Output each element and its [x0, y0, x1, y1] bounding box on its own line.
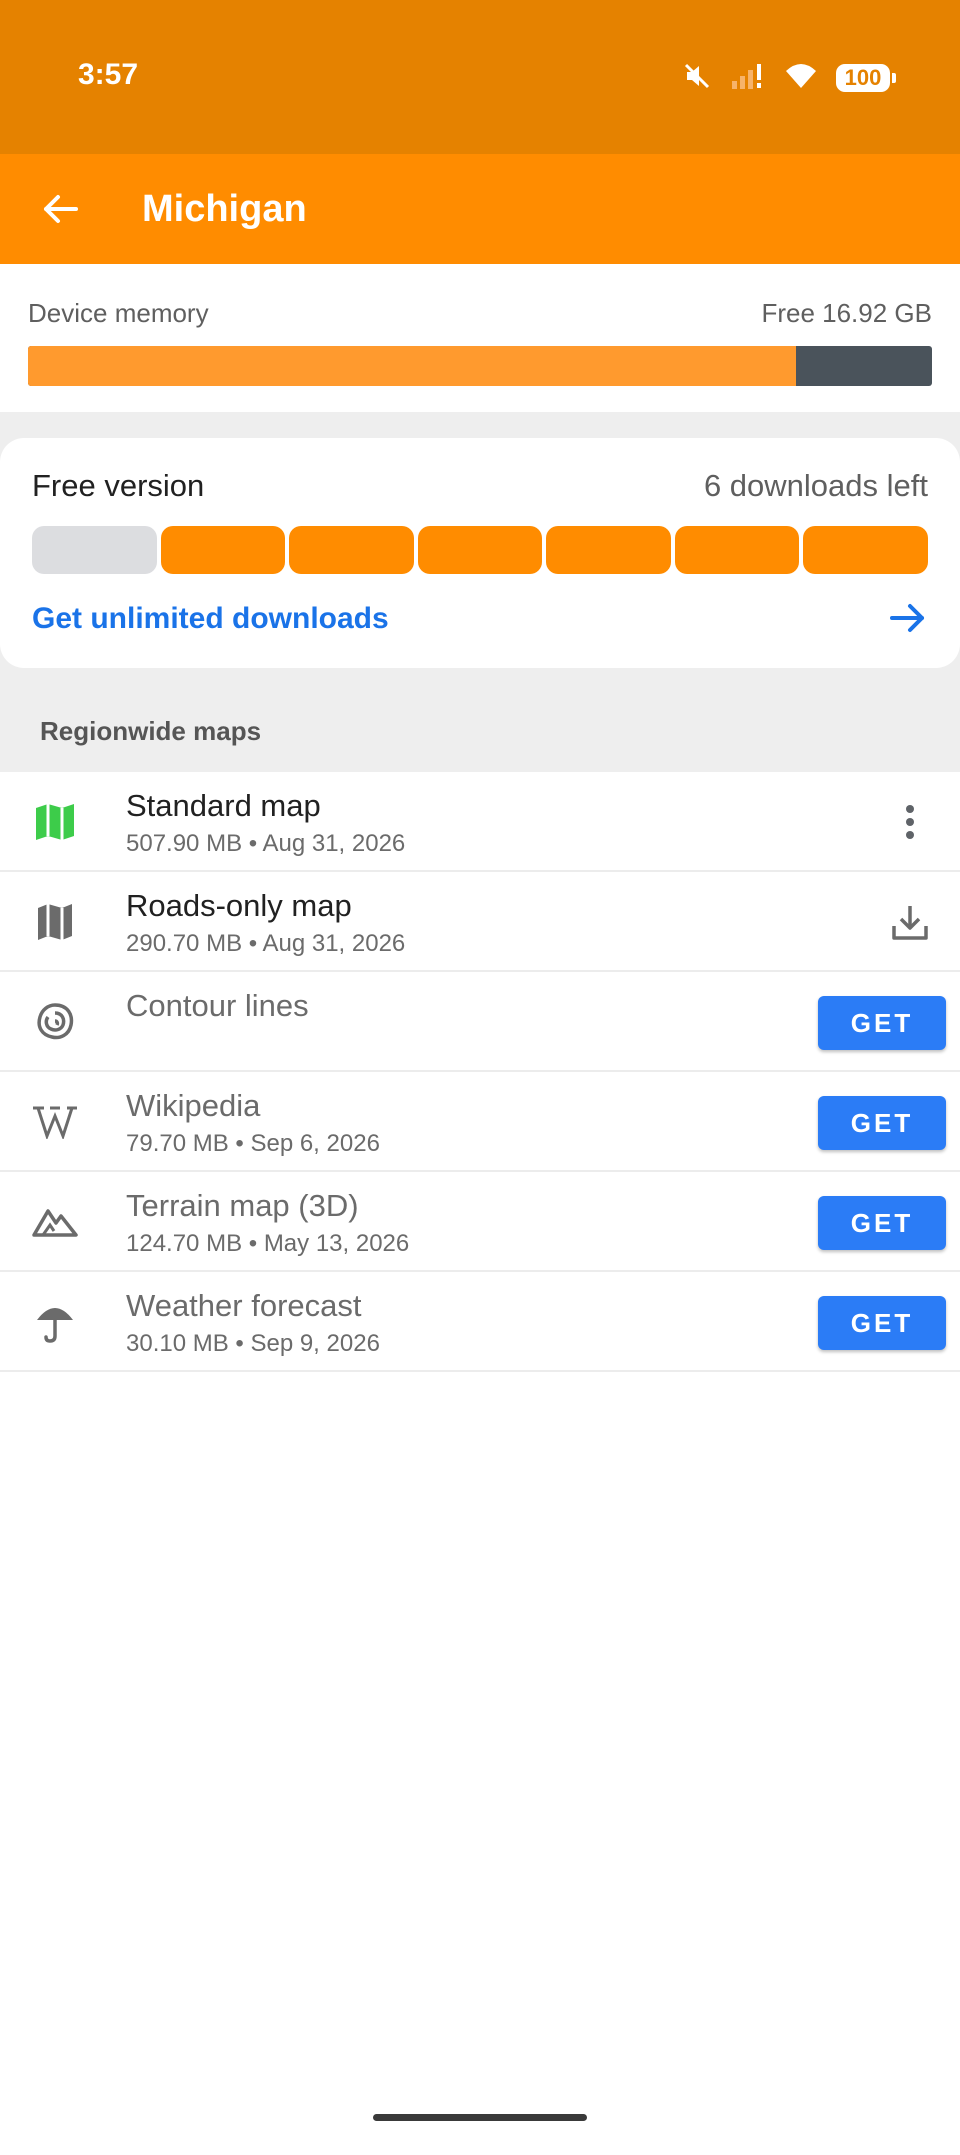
- list-item-roads-only-map[interactable]: Roads-only map 290.70 MB • Aug 31, 2026: [0, 872, 960, 972]
- mute-icon: [682, 61, 712, 96]
- free-version-label: Free version: [32, 468, 205, 503]
- item-subtitle: 30.10 MB • Sep 9, 2026: [126, 1330, 380, 1357]
- memory-usage-fill: [28, 346, 797, 386]
- item-title: Weather forecast: [126, 1288, 362, 1323]
- battery-icon: 100: [836, 64, 896, 92]
- status-time: 3:57: [78, 58, 139, 91]
- wikipedia-icon: [30, 1098, 80, 1146]
- contour-icon: [30, 998, 80, 1046]
- memory-label: Device memory: [28, 298, 209, 328]
- download-segment: [289, 526, 414, 574]
- arrow-right-icon[interactable]: [888, 598, 928, 638]
- wifi-icon: [784, 61, 818, 96]
- get-unlimited-link[interactable]: Get unlimited downloads: [32, 602, 389, 636]
- toolbar: Michigan: [0, 154, 960, 264]
- item-subtitle: 79.70 MB • Sep 6, 2026: [126, 1130, 380, 1157]
- page-title: Michigan: [142, 188, 307, 230]
- item-subtitle: 507.90 MB • Aug 31, 2026: [126, 830, 406, 857]
- item-title: Contour lines: [126, 988, 309, 1023]
- download-segment: [803, 526, 929, 574]
- list-item-contour-lines[interactable]: Contour lines GET: [0, 972, 960, 1072]
- home-indicator[interactable]: [373, 2114, 587, 2121]
- download-icon[interactable]: [888, 900, 932, 944]
- list-item-terrain-map[interactable]: Terrain map (3D) 124.70 MB • May 13, 202…: [0, 1172, 960, 1272]
- downloads-progress: [32, 526, 929, 574]
- list-item-weather-forecast[interactable]: Weather forecast 30.10 MB • Sep 9, 2026 …: [0, 1272, 960, 1372]
- signal-icon: [730, 61, 766, 96]
- item-title: Terrain map (3D): [126, 1188, 359, 1223]
- terrain-icon: [30, 1198, 80, 1246]
- item-subtitle: 124.70 MB • May 13, 2026: [126, 1230, 410, 1257]
- download-segment: [546, 526, 671, 574]
- list-item-wikipedia[interactable]: Wikipedia 79.70 MB • Sep 6, 2026 GET: [0, 1072, 960, 1172]
- get-button[interactable]: GET: [818, 1196, 946, 1250]
- downloads-left-text: 6 downloads left: [703, 468, 928, 503]
- map-green-icon: [30, 798, 80, 846]
- free-version-card: Free version 6 downloads left Get unlimi…: [0, 438, 960, 668]
- get-button[interactable]: GET: [818, 1296, 946, 1350]
- download-segment: [32, 526, 157, 574]
- get-button[interactable]: GET: [818, 1096, 946, 1150]
- status-icons: 100: [682, 58, 896, 98]
- arrow-left-icon: [44, 195, 78, 223]
- item-title: Roads-only map: [126, 888, 352, 923]
- list-item-standard-map[interactable]: Standard map 507.90 MB • Aug 31, 2026: [0, 772, 960, 872]
- memory-usage-bar: [28, 346, 932, 386]
- item-subtitle: 290.70 MB • Aug 31, 2026: [126, 930, 406, 957]
- map-gray-icon: [30, 898, 80, 946]
- download-segment: [417, 526, 543, 574]
- status-bar: 3:57 100: [0, 0, 960, 154]
- back-button[interactable]: [30, 179, 90, 239]
- get-button[interactable]: GET: [818, 996, 946, 1050]
- more-icon[interactable]: [888, 800, 932, 844]
- section-header: Regionwide maps: [40, 716, 262, 746]
- map-list: Standard map 507.90 MB • Aug 31, 2026 Ro…: [0, 772, 960, 1372]
- item-title: Wikipedia: [126, 1088, 261, 1123]
- memory-free-text: Free 16.92 GB: [761, 298, 932, 328]
- item-title: Standard map: [126, 788, 321, 823]
- device-memory-section: Device memory Free 16.92 GB: [0, 264, 960, 412]
- download-segment: [160, 526, 286, 574]
- download-segment: [674, 526, 800, 574]
- umbrella-icon: [30, 1298, 80, 1346]
